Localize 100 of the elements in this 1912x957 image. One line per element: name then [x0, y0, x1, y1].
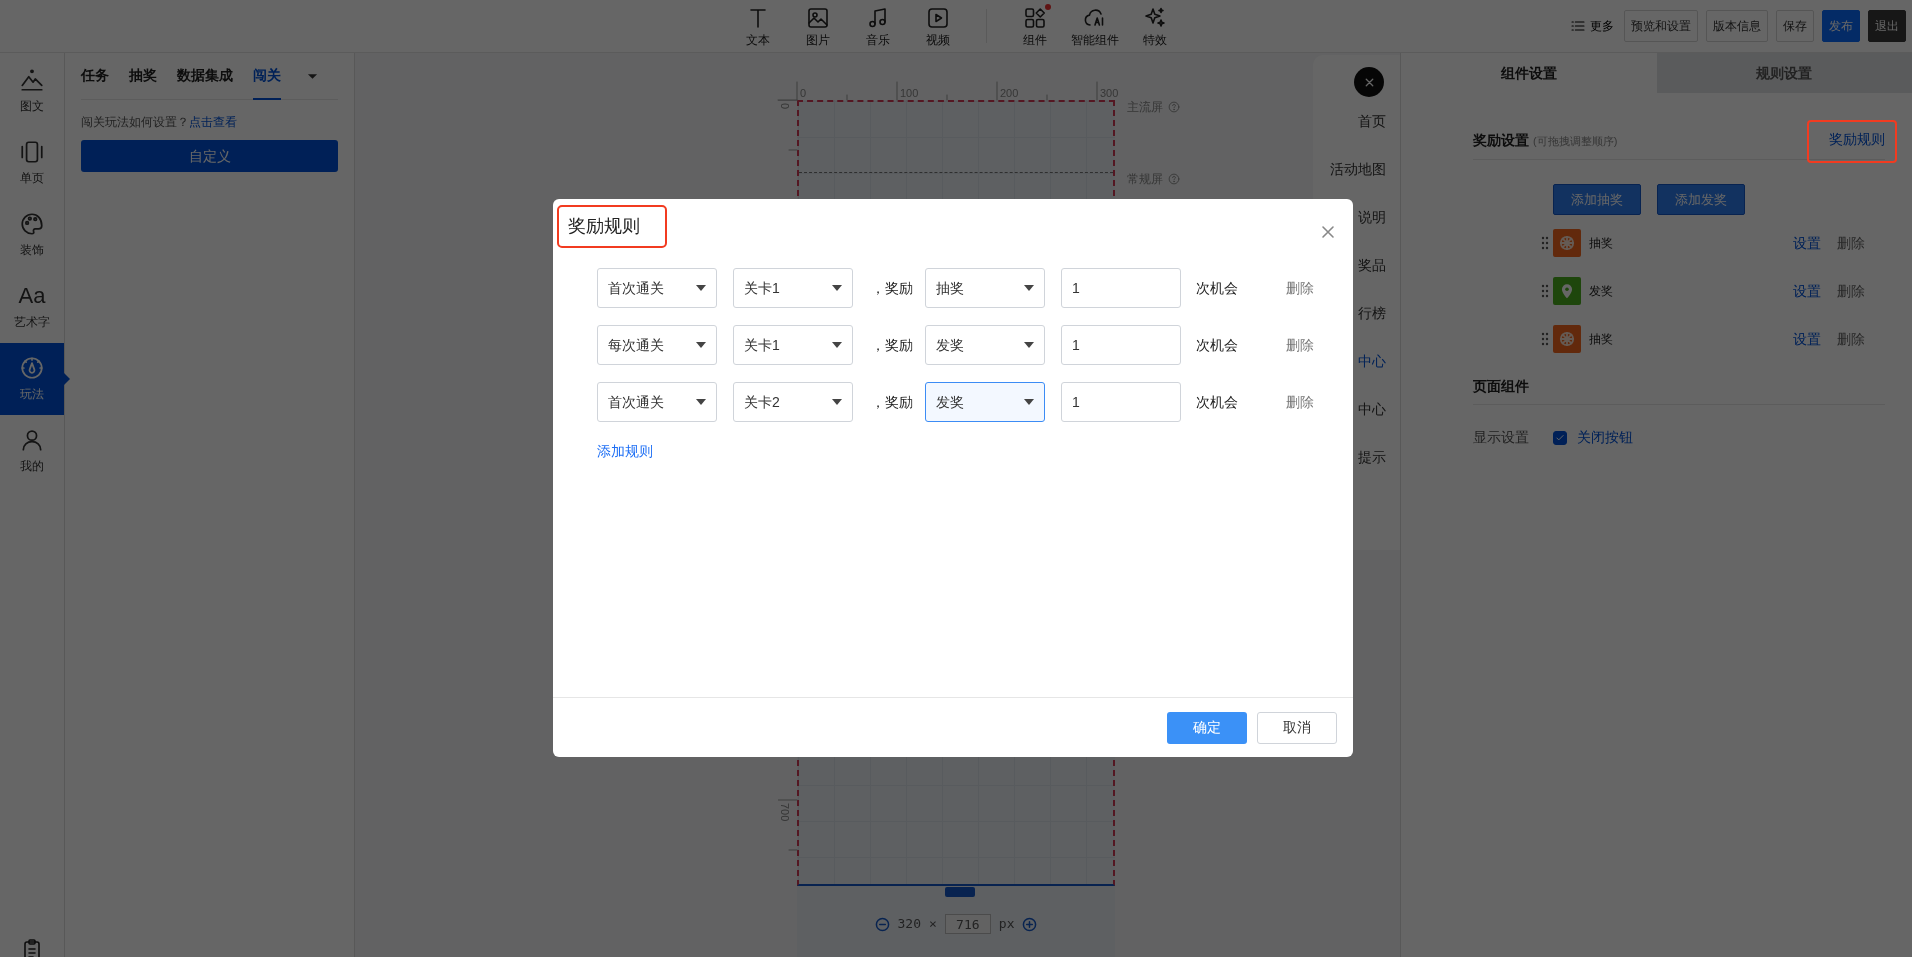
close-button[interactable] [1321, 225, 1335, 239]
delete-link[interactable]: 删除 [1286, 391, 1314, 413]
number-field[interactable]: 1 [1061, 325, 1181, 365]
mountain-icon [19, 67, 45, 93]
add-button[interactable]: 添加发奖 [1657, 184, 1745, 215]
panel-tab[interactable]: 任务 [81, 52, 109, 100]
rail-item[interactable]: 我的 [0, 415, 64, 487]
add-rule-link[interactable]: 添加规则 [597, 441, 653, 462]
resize-handle[interactable] [945, 887, 975, 897]
reward-label: 抽奖 [1589, 331, 1614, 348]
checkbox-label: 关闭按钮 [1577, 428, 1633, 447]
toolbar-button[interactable]: 预览和设置 [1624, 10, 1698, 42]
help-link[interactable]: 点击查看 [189, 115, 237, 129]
settings-link[interactable]: 设置 [1793, 328, 1821, 350]
page-nav-item[interactable]: 活动地图 [1330, 145, 1386, 193]
toolbar-button[interactable]: 音乐 [847, 5, 908, 47]
suffix-text: 次机会 [1196, 278, 1239, 298]
checkbox[interactable] [1553, 430, 1567, 445]
height-field[interactable]: 716 [944, 914, 991, 934]
caret-icon [696, 285, 706, 291]
caret-icon [832, 285, 842, 291]
settings-link[interactable]: 设置 [1793, 232, 1821, 254]
widgets-icon [1022, 5, 1047, 30]
settings-link[interactable]: 设置 [1793, 280, 1821, 302]
dropdown[interactable]: 关卡1 [733, 325, 853, 365]
page-nav-item[interactable]: 首页 [1358, 97, 1386, 145]
rail-item[interactable]: 单页 [0, 127, 64, 199]
dialog-title: 奖励规则 [557, 205, 667, 248]
reward-label: 抽奖 [1589, 235, 1614, 252]
toolbar-button[interactable]: 版本信息 [1706, 10, 1768, 42]
number-field[interactable]: 1 [1061, 268, 1181, 308]
page-nav-item[interactable]: 提示 [1358, 433, 1386, 481]
unit-label: px [998, 915, 1015, 934]
wheel-icon [1558, 234, 1576, 252]
custom-button[interactable]: 自定义 [81, 140, 338, 172]
confirm-button[interactable]: 确定 [1167, 711, 1247, 744]
video-icon [925, 5, 950, 30]
caret-icon [832, 399, 842, 405]
rail-item[interactable]: 图文 [0, 55, 64, 127]
times-sign: × [929, 915, 937, 934]
toolbar-button[interactable]: 智能组件 [1064, 5, 1125, 47]
panel-tab[interactable]: 规则设置 [1656, 53, 1912, 93]
drag-handle-icon [1541, 236, 1549, 250]
dropdown[interactable]: 抽奖 [925, 268, 1045, 308]
number-field[interactable]: 1 [1061, 382, 1181, 422]
list-icon [1570, 18, 1586, 34]
joiner-text: ，奖励 [871, 278, 913, 298]
panel-tab[interactable]: 抽奖 [129, 52, 157, 100]
rule-link[interactable]: 奖励规则 [1829, 129, 1885, 150]
phone-icon [19, 139, 45, 165]
caret-icon [1024, 342, 1034, 348]
more-button[interactable]: 更多 [1570, 17, 1614, 35]
rail-item[interactable]: Aa 艺术字 [0, 271, 64, 343]
toolbar-button[interactable]: 特效 [1124, 5, 1185, 47]
page-nav-item[interactable]: 中心 [1358, 337, 1386, 385]
section-title: 页面组件 [1473, 377, 1529, 396]
sparkle-icon [1142, 5, 1167, 30]
toolbar-button[interactable]: 发布 [1822, 10, 1860, 42]
drag-handle-icon [1541, 284, 1549, 298]
delete-link[interactable]: 删除 [1286, 334, 1314, 356]
page-nav-item[interactable]: 中心 [1358, 385, 1386, 433]
caret-icon [696, 399, 706, 405]
delete-link[interactable]: 删除 [1286, 277, 1314, 299]
panel-tab[interactable]: 数据集成 [177, 52, 233, 100]
toolbar-button[interactable]: 图片 [787, 5, 848, 47]
close-icon [1321, 225, 1335, 239]
panel-tab[interactable]: 闯关 [253, 52, 281, 100]
page-nav-item[interactable]: 行榜 [1358, 289, 1386, 337]
toolbar-button[interactable]: 退出 [1868, 10, 1906, 42]
dropdown[interactable]: 发奖 [925, 325, 1045, 365]
dropdown[interactable]: 首次通关 [597, 268, 717, 308]
joiner-text: ，奖励 [871, 392, 913, 412]
page-nav-item[interactable]: 奖品 [1358, 241, 1386, 289]
dropdown[interactable]: 首次通关 [597, 382, 717, 422]
cancel-button[interactable]: 取消 [1257, 711, 1337, 744]
dropdown[interactable]: 关卡1 [733, 268, 853, 308]
add-button[interactable]: 添加抽奖 [1553, 184, 1641, 215]
check-icon [1555, 432, 1565, 443]
close-button[interactable] [1354, 67, 1384, 97]
suffix-text: 次机会 [1196, 392, 1239, 412]
toolbar-button[interactable]: 组件 [1004, 5, 1065, 47]
dropdown[interactable]: 发奖 [925, 382, 1045, 422]
minus-icon [874, 916, 890, 932]
toolbar-button[interactable]: 文本 [727, 5, 788, 47]
page-nav-item[interactable]: 说明 [1358, 193, 1386, 241]
caret-icon [696, 342, 706, 348]
rail-item[interactable]: 装饰 [0, 199, 64, 271]
help-icon [1168, 101, 1180, 113]
delete-link[interactable]: 删除 [1837, 328, 1865, 350]
dropdown[interactable]: 每次通关 [597, 325, 717, 365]
toolbar-button[interactable]: 视频 [907, 5, 968, 47]
caret-icon [1024, 399, 1034, 405]
delete-link[interactable]: 删除 [1837, 232, 1865, 254]
suffix-text: 次机会 [1196, 335, 1239, 355]
delete-link[interactable]: 删除 [1837, 280, 1865, 302]
dropdown[interactable]: 关卡2 [733, 382, 853, 422]
width-value: 320 [897, 915, 921, 934]
wheel-icon [1558, 330, 1576, 348]
palette-icon [19, 211, 45, 237]
toolbar-button[interactable]: 保存 [1776, 10, 1814, 42]
